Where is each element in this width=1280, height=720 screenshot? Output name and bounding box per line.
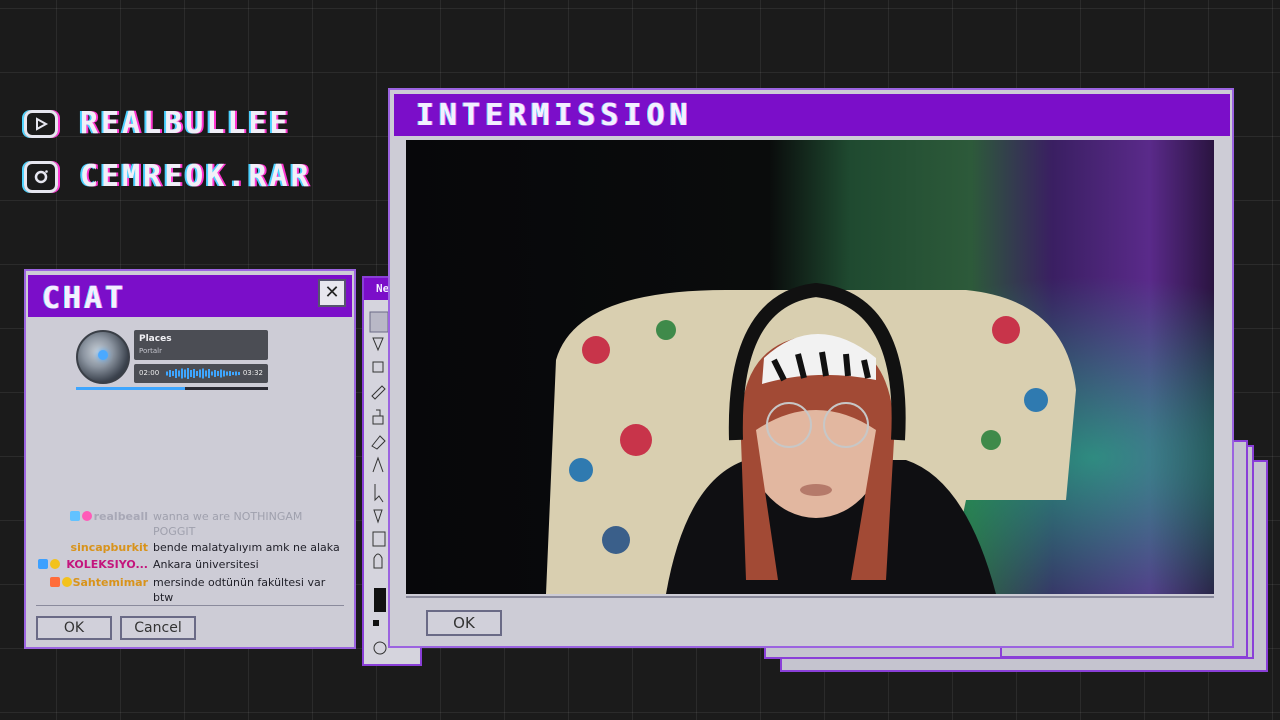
chat-badge-icon bbox=[50, 577, 60, 587]
close-button[interactable]: ✕ bbox=[318, 279, 346, 307]
lasso-tool-icon[interactable] bbox=[372, 337, 384, 352]
waveform-bar: 02:00 03:32 bbox=[134, 364, 268, 383]
progress-fill bbox=[76, 387, 186, 390]
webcam-feed bbox=[406, 140, 1214, 594]
waveform-bar-segment bbox=[220, 369, 222, 378]
divider bbox=[406, 596, 1214, 598]
webcam-image bbox=[406, 140, 1214, 594]
divider bbox=[36, 605, 344, 606]
chat-badge-icon bbox=[62, 577, 72, 587]
chat-message-text: Ankara üniversitesi bbox=[153, 558, 259, 571]
stamp-tool-icon[interactable] bbox=[372, 409, 384, 425]
chat-cancel-button[interactable]: Cancel bbox=[120, 616, 196, 640]
waveform-bar-segment bbox=[199, 369, 201, 378]
close-icon: ✕ bbox=[324, 282, 340, 303]
social-instagram: CEMREOK.RAR bbox=[24, 159, 312, 194]
chat-badge-icon bbox=[38, 559, 48, 569]
chat-badge-icon bbox=[50, 559, 60, 569]
waveform-bar-segment bbox=[208, 369, 210, 378]
pencil-tool-icon[interactable] bbox=[371, 385, 386, 400]
waveform-bar-segment bbox=[229, 371, 231, 376]
track-info: Places Portalr bbox=[134, 330, 268, 360]
waveform-bar-segment bbox=[223, 370, 225, 377]
eraser-tool-icon[interactable] bbox=[371, 435, 386, 450]
select-tool-icon[interactable] bbox=[369, 311, 389, 333]
waveform-bar-segment bbox=[187, 368, 189, 379]
chat-title: CHAT bbox=[28, 275, 352, 317]
album-indicator bbox=[98, 350, 108, 360]
chat-username[interactable]: realbeall bbox=[94, 510, 148, 523]
progress-track bbox=[76, 387, 268, 390]
waveform-bar-segment bbox=[196, 371, 198, 376]
waveform-bar-segment bbox=[214, 370, 216, 377]
chat-badge-icon bbox=[82, 511, 92, 521]
waveform-bar-segment bbox=[232, 372, 234, 375]
waveform-bar-segment bbox=[235, 371, 237, 376]
chat-message-text-continued: btw bbox=[153, 591, 174, 604]
waveform-bar-segment bbox=[169, 370, 171, 377]
zoom-tool-icon[interactable] bbox=[373, 641, 387, 655]
waveform-bar-segment bbox=[166, 371, 168, 376]
waveform-icon bbox=[166, 368, 240, 379]
waveform-bar-segment bbox=[217, 371, 219, 376]
waveform-bar-segment bbox=[193, 369, 195, 378]
instagram-handle: CEMREOK.RAR bbox=[80, 159, 312, 194]
waveform-bar-segment bbox=[202, 368, 204, 379]
track-title: Places bbox=[139, 334, 172, 344]
pointer-tool-icon[interactable] bbox=[374, 484, 384, 503]
waveform-bar-segment bbox=[178, 370, 180, 377]
chat-message-text: bende malatyalıyım amk ne alaka bbox=[153, 541, 340, 554]
chat-window: CHAT ✕ OK Cancel bbox=[24, 269, 356, 649]
waveform-bar-segment bbox=[175, 369, 177, 378]
chat-ok-button[interactable]: OK bbox=[36, 616, 112, 640]
intermission-ok-button[interactable]: OK bbox=[426, 610, 502, 636]
track-artist: Portalr bbox=[139, 347, 162, 355]
pen-tool-icon[interactable] bbox=[373, 509, 383, 524]
waveform-bar-segment bbox=[181, 368, 183, 379]
text-tool-icon[interactable] bbox=[372, 531, 386, 547]
small-swatch-icon bbox=[373, 620, 379, 626]
youtube-handle: REALBULLEE bbox=[80, 106, 291, 141]
youtube-icon bbox=[24, 109, 58, 138]
intermission-title: INTERMISSION bbox=[394, 94, 1230, 136]
intermission-window: INTERMISSION OK bbox=[388, 88, 1234, 648]
waveform-bar-segment bbox=[190, 370, 192, 377]
waveform-bar-segment bbox=[211, 371, 213, 376]
duration-time: 03:32 bbox=[242, 369, 263, 377]
waveform-bar-segment bbox=[172, 371, 174, 376]
chat-message-text: wanna we are NOTHINGAM bbox=[153, 510, 303, 523]
color-swatch-icon[interactable] bbox=[374, 588, 386, 612]
waveform-bar-segment bbox=[205, 370, 207, 377]
crop-tool-icon[interactable] bbox=[372, 361, 384, 373]
chat-message-text: mersinde odtünün fakültesi var bbox=[153, 576, 326, 589]
social-youtube: REALBULLEE bbox=[24, 106, 291, 141]
chat-badge-icon bbox=[70, 511, 80, 521]
chat-message-text-continued: POGGIT bbox=[153, 525, 196, 538]
chat-username[interactable]: sincapburkit bbox=[71, 541, 148, 554]
hand-tool-icon[interactable] bbox=[373, 553, 383, 569]
instagram-icon bbox=[24, 160, 58, 193]
waveform-bar-segment bbox=[238, 372, 240, 375]
brush-tool-icon[interactable] bbox=[372, 456, 384, 473]
waveform-bar-segment bbox=[184, 369, 186, 378]
waveform-bar-segment bbox=[226, 371, 228, 376]
chat-username[interactable]: KOLEKSIYO... bbox=[66, 558, 148, 571]
chat-username[interactable]: Sahtemimar bbox=[73, 576, 148, 589]
elapsed-time: 02:00 bbox=[139, 369, 160, 377]
